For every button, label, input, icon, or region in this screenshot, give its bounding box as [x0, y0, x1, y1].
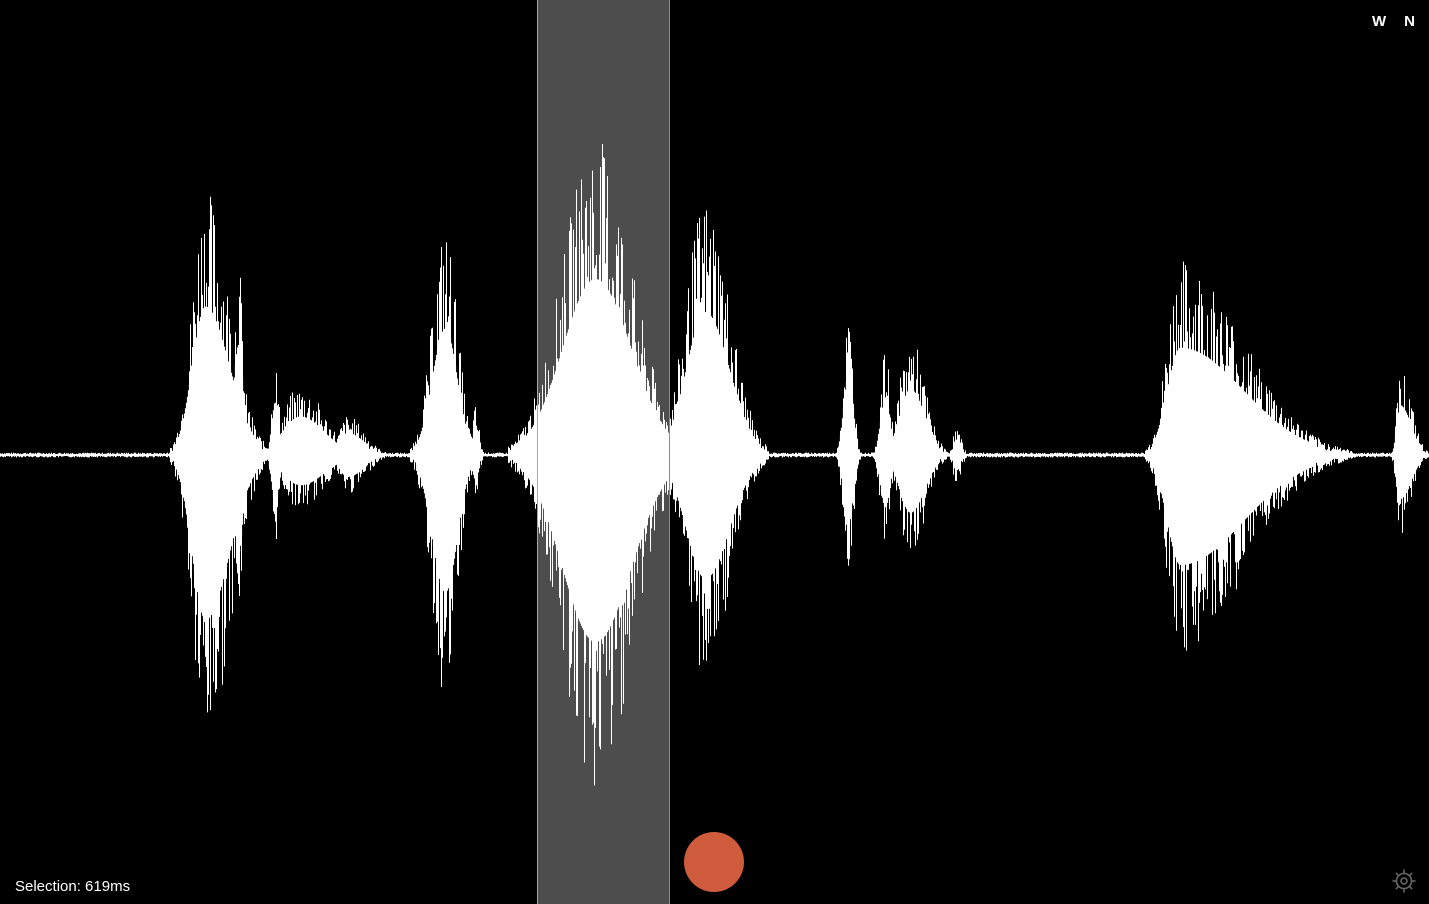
waveform-bars — [0, 144, 1429, 786]
record-button[interactable] — [684, 832, 744, 892]
audio-editor: W N Selection: 619ms — [0, 0, 1429, 904]
gear-icon — [1392, 869, 1416, 893]
settings-button[interactable] — [1391, 868, 1417, 894]
selection-duration-label: Selection: 619ms — [15, 878, 131, 895]
mode-n-toggle[interactable]: N — [1404, 12, 1415, 32]
waveform-view[interactable] — [0, 0, 1429, 904]
mode-toggles: W N — [1372, 12, 1415, 32]
mode-w-toggle[interactable]: W — [1372, 12, 1386, 32]
